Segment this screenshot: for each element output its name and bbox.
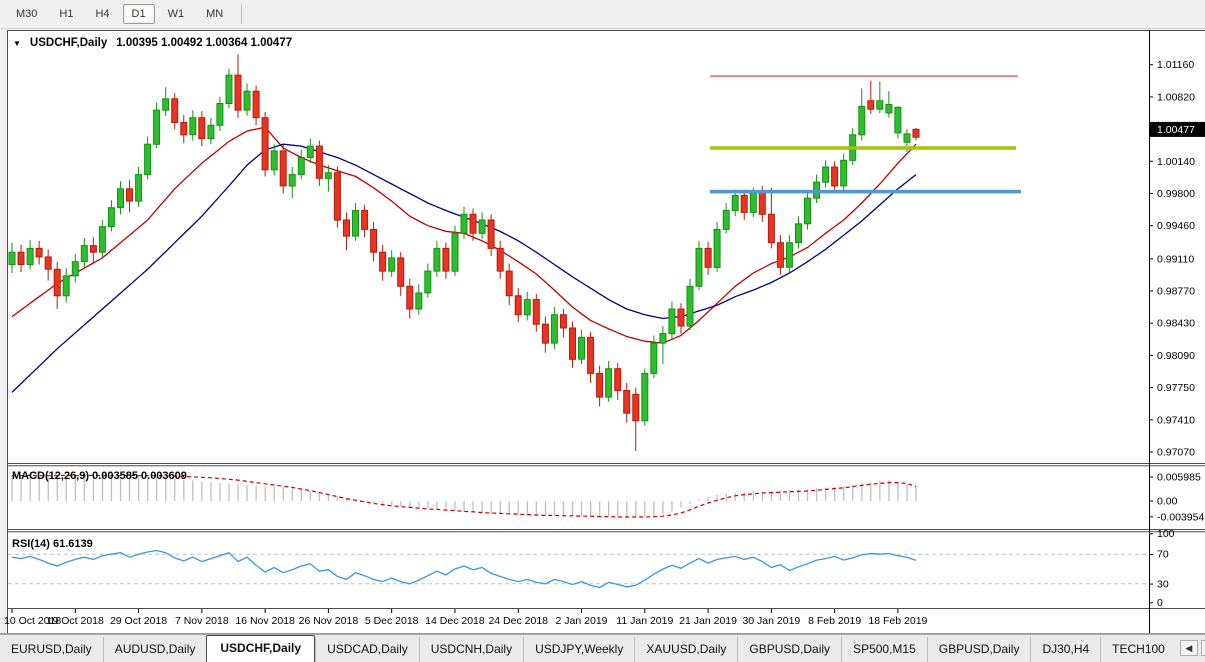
panel-backgrounds <box>7 30 1205 634</box>
chart-symbol-label: USDCHF,Daily <box>30 37 107 49</box>
svg-text:21 Jan 2019: 21 Jan 2019 <box>679 615 737 627</box>
macd-indicator-label: MACD(12,26,9) 0.003585 0.003609 <box>12 470 187 482</box>
current-price-value: 1.00477 <box>1157 124 1195 136</box>
svg-text:11 Jan 2019: 11 Jan 2019 <box>616 615 673 627</box>
svg-text:29 Oct 2018: 29 Oct 2018 <box>110 615 167 627</box>
svg-text:24 Dec 2018: 24 Dec 2018 <box>488 615 548 627</box>
svg-text:0.98430: 0.98430 <box>1157 318 1195 330</box>
chart-tab-dj30-10[interactable]: DJ30,H4 <box>1030 637 1100 662</box>
tab-scroll-right-icon[interactable]: ▶ <box>1201 640 1205 656</box>
svg-text:1.00820: 1.00820 <box>1157 91 1195 103</box>
svg-text:0: 0 <box>1157 597 1163 609</box>
chart-tab-usdcad-3[interactable]: USDCAD,Daily <box>315 637 419 662</box>
chart-tab-usdcnh-4[interactable]: USDCNH,Daily <box>419 637 523 662</box>
timeframe-button-d1[interactable]: D1 <box>123 4 155 24</box>
svg-text:14 Dec 2018: 14 Dec 2018 <box>425 615 485 627</box>
chart-tab-audusd-1[interactable]: AUDUSD,Daily <box>103 637 207 662</box>
chart-tab-usdjpy-5[interactable]: USDJPY,Weekly <box>523 637 634 662</box>
svg-text:0.97750: 0.97750 <box>1157 382 1195 394</box>
svg-text:70: 70 <box>1157 549 1169 561</box>
svg-text:0.99800: 0.99800 <box>1157 188 1195 200</box>
svg-text:0.005985: 0.005985 <box>1157 472 1201 484</box>
rsi-indicator-label: RSI(14) 61.6139 <box>12 538 93 550</box>
timeframe-toolbar: M30H1H4D1W1MN <box>0 0 1205 29</box>
svg-text:0.99460: 0.99460 <box>1157 220 1195 232</box>
chart-title: ▼ USDCHF,Daily 1.00395 1.00492 1.00364 1… <box>13 37 292 49</box>
svg-text:0.97410: 0.97410 <box>1157 414 1195 426</box>
svg-text:19 Oct 2018: 19 Oct 2018 <box>47 615 104 627</box>
timeframe-button-m30[interactable]: M30 <box>7 4 46 24</box>
timeframe-button-h1[interactable]: H1 <box>50 4 82 24</box>
chart-ohlc-values: 1.00395 1.00492 1.00364 1.00477 <box>116 37 292 49</box>
chart-tab-xauusd-6[interactable]: XAUUSD,Daily <box>634 637 737 662</box>
svg-text:0.99110: 0.99110 <box>1157 253 1194 265</box>
svg-text:5 Dec 2018: 5 Dec 2018 <box>365 615 419 627</box>
svg-text:0.00: 0.00 <box>1157 496 1178 508</box>
svg-text:1.01160: 1.01160 <box>1157 59 1194 71</box>
svg-text:1.00140: 1.00140 <box>1157 156 1195 168</box>
tab-scroll-buttons: ◀▶ <box>1176 640 1205 662</box>
timeframe-button-w1[interactable]: W1 <box>159 4 194 24</box>
toolbar-separator <box>241 4 242 24</box>
svg-text:26 Nov 2018: 26 Nov 2018 <box>299 615 359 627</box>
svg-text:16 Nov 2018: 16 Nov 2018 <box>235 615 295 627</box>
chart-tab-usdchf-2[interactable]: USDCHF,Daily <box>206 635 315 662</box>
chart-dropdown-icon[interactable]: ▼ <box>13 39 21 48</box>
svg-text:8 Feb 2019: 8 Feb 2019 <box>808 615 861 627</box>
chart-tab-bar: EURUSD,DailyAUDUSD,DailyUSDCHF,DailyUSDC… <box>0 634 1205 662</box>
svg-text:0.97070: 0.97070 <box>1157 447 1195 459</box>
svg-text:0.98090: 0.98090 <box>1157 350 1195 362</box>
tab-scroll-left-icon[interactable]: ◀ <box>1180 640 1198 656</box>
chart-tab-gbpusd-7[interactable]: GBPUSD,Daily <box>737 637 841 662</box>
svg-text:0.98770: 0.98770 <box>1157 286 1195 298</box>
timeframe-button-h4[interactable]: H4 <box>86 4 118 24</box>
svg-text:100: 100 <box>1157 528 1175 540</box>
svg-text:30 Jan 2019: 30 Jan 2019 <box>742 615 800 627</box>
svg-text:-0.003954: -0.003954 <box>1157 511 1204 523</box>
chart-canvas[interactable]: 1.01160 1.00820 1.00140 0.99800 0.99460 0.991… <box>0 30 1205 634</box>
svg-text:18 Feb 2019: 18 Feb 2019 <box>868 615 927 627</box>
chart-tab-gbpusd-9[interactable]: GBPUSD,Daily <box>927 637 1031 662</box>
svg-text:2 Jan 2019: 2 Jan 2019 <box>556 615 608 627</box>
chart-tab-sp500-8[interactable]: SP500,M15 <box>841 637 927 662</box>
timeframe-button-mn[interactable]: MN <box>197 4 232 24</box>
svg-text:7 Nov 2018: 7 Nov 2018 <box>175 615 229 627</box>
chart-tab-tech100-11[interactable]: TECH100 <box>1100 637 1176 662</box>
chart-tab-eurusd-0[interactable]: EURUSD,Daily <box>0 637 103 662</box>
svg-text:30: 30 <box>1157 578 1169 590</box>
mt4-window: { "toolbar": { "timeframes": [ {"label":… <box>0 0 1205 662</box>
